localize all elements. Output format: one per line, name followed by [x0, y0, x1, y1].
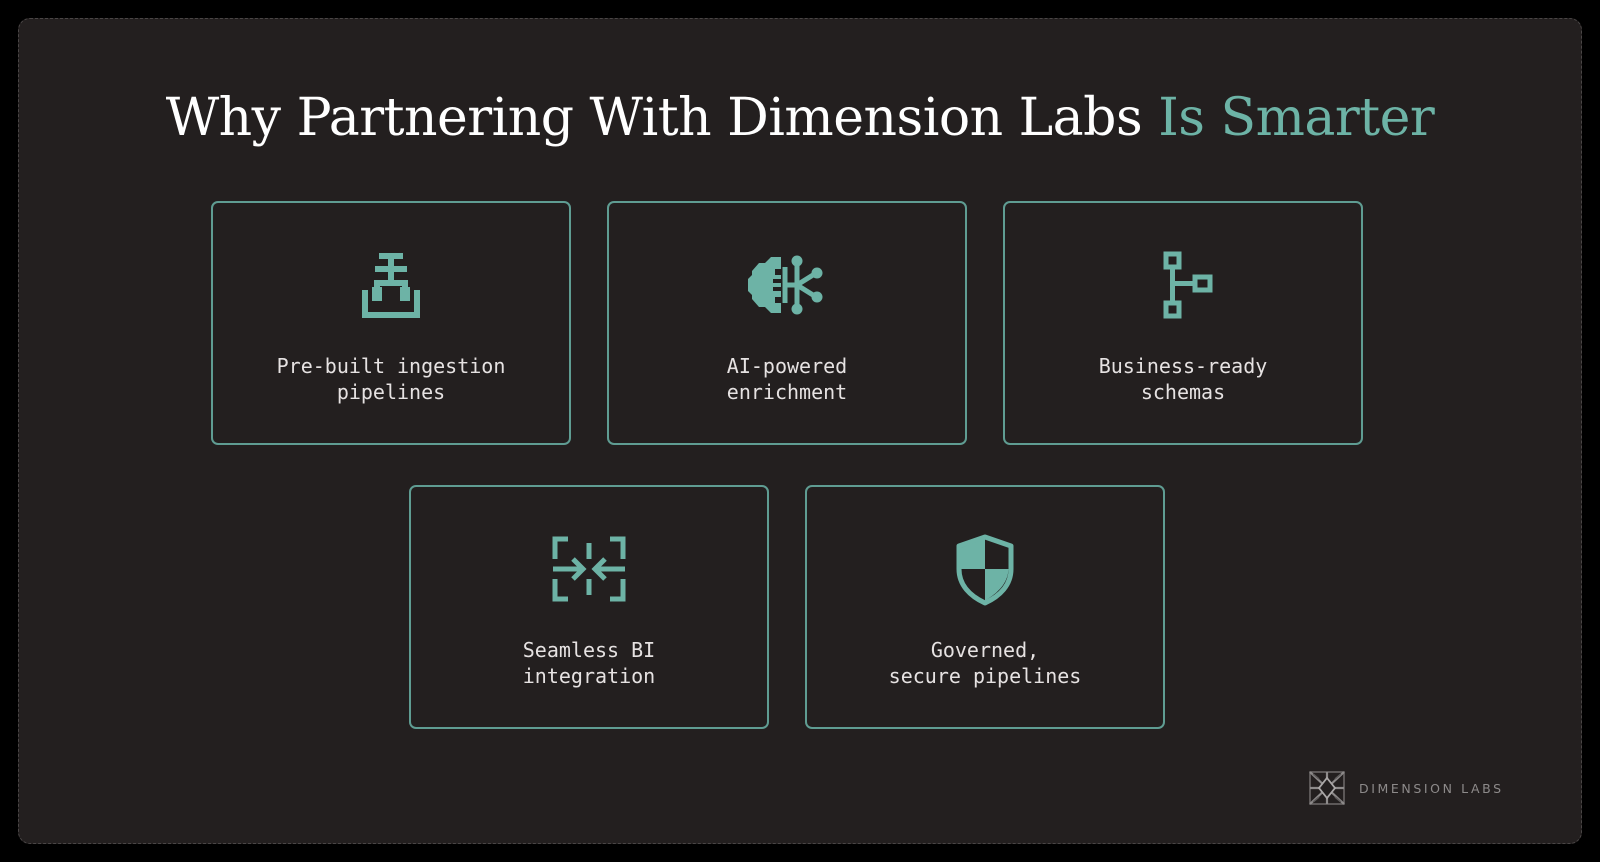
feature-label-line1: Seamless BI [522, 638, 656, 662]
feature-card-schemas: Business-ready schemas [1003, 201, 1363, 445]
feature-card-enrichment: AI-powered enrichment [607, 201, 967, 445]
schema-hierarchy-icon [1143, 245, 1223, 325]
feature-card-ingestion: Pre-built ingestion pipelines [211, 201, 571, 445]
feature-label: Governed, secure pipelines [817, 637, 1153, 689]
feature-label-line1: Pre-built ingestion [276, 354, 506, 378]
feature-label: Business-ready schemas [1015, 353, 1351, 405]
feature-label-line2: schemas [1140, 380, 1226, 404]
feature-label: Pre-built ingestion pipelines [223, 353, 559, 405]
feature-label: Seamless BI integration [421, 637, 757, 689]
feature-label-line2: pipelines [336, 380, 446, 404]
page-title: Why Partnering With Dimension Labs Is Sm… [19, 83, 1581, 153]
brand-name: DIMENSION LABS [1359, 780, 1504, 796]
title-accent: Is Smarter [1158, 88, 1435, 148]
ai-brain-icon [747, 245, 827, 325]
feature-label-line2: integration [522, 664, 656, 688]
feature-label-line2: secure pipelines [888, 664, 1082, 688]
shield-icon [945, 529, 1025, 609]
dimension-labs-logo [1309, 771, 1345, 805]
feature-label-line1: Business-ready [1098, 354, 1268, 378]
title-main: Why Partnering With Dimension Labs [165, 88, 1159, 148]
brand: DIMENSION LABS [1309, 771, 1504, 805]
feature-label: AI-powered enrichment [619, 353, 955, 405]
feature-label-line2: enrichment [726, 380, 848, 404]
slide: Why Partnering With Dimension Labs Is Sm… [18, 18, 1582, 844]
feature-label-line1: AI-powered [726, 354, 848, 378]
feature-label-line1: Governed, [930, 638, 1040, 662]
feature-card-governed: Governed, secure pipelines [805, 485, 1165, 729]
pipeline-valve-icon [351, 245, 431, 325]
feature-card-bi-integration: Seamless BI integration [409, 485, 769, 729]
merge-arrows-icon [549, 529, 629, 609]
